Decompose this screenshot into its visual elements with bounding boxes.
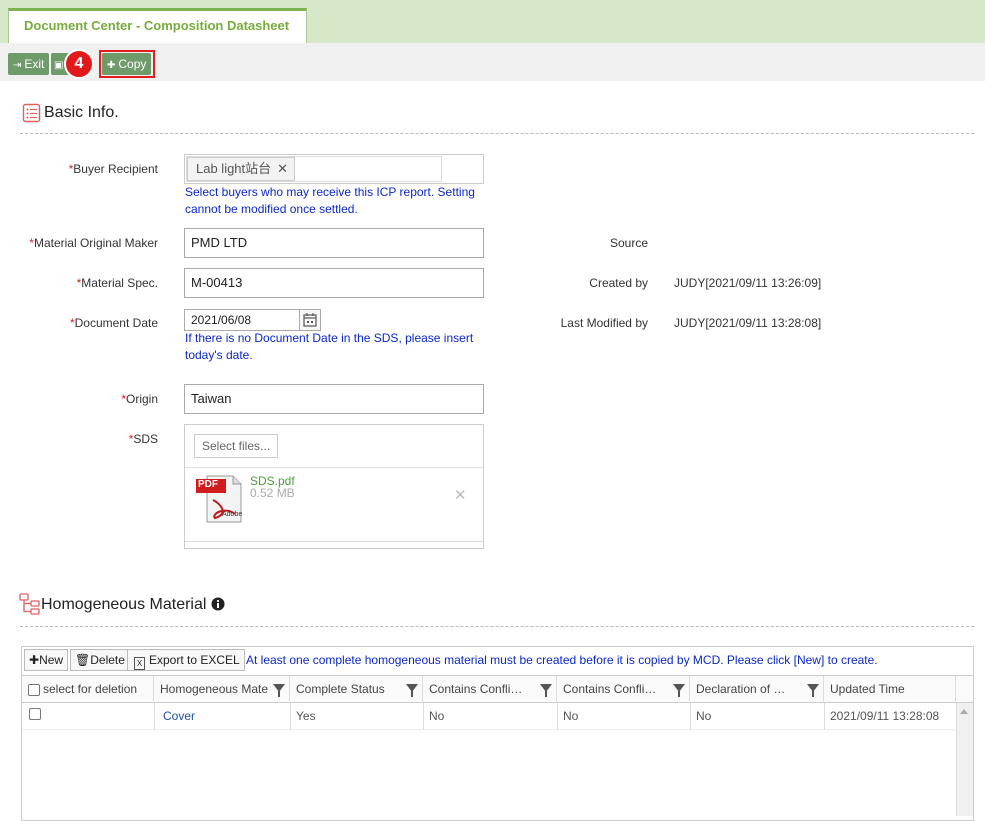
col-divider <box>290 703 291 730</box>
tab-composition-datasheet[interactable]: Document Center - Composition Datasheet <box>8 8 307 44</box>
section-divider <box>20 133 974 134</box>
column-header-complete-status[interactable]: Complete Status <box>290 676 423 703</box>
step-badge: 4 <box>64 49 94 79</box>
origin-label: *Origin <box>121 392 158 406</box>
trash-icon: 🗑 <box>75 653 91 667</box>
maker-input[interactable]: PMD LTD <box>184 228 484 258</box>
calendar-button[interactable] <box>299 309 321 331</box>
remove-chip-icon[interactable]: ✕ <box>277 161 288 176</box>
exit-icon: ⇥ <box>13 60 22 71</box>
exit-button[interactable]: ⇥ Exit <box>8 53 50 75</box>
source-label: Source <box>609 236 648 250</box>
upload-divider <box>185 467 483 468</box>
scroll-up-icon[interactable] <box>960 709 968 714</box>
col-divider <box>557 703 558 730</box>
pdf-icon-label: PDF <box>198 479 218 490</box>
column-header-updated-time[interactable]: Updated Time <box>824 676 956 703</box>
homogeneous-name-link[interactable]: Cover <box>157 708 195 726</box>
maker-label: *Material Original Maker <box>29 236 158 250</box>
column-header-contains-conflict-1[interactable]: Contains Confli… <box>423 676 557 703</box>
col-divider <box>690 703 691 730</box>
document-date-label: *Document Date <box>69 316 158 330</box>
info-icon[interactable] <box>211 597 225 611</box>
column-header-select[interactable]: select for deletion <box>22 676 154 703</box>
list-icon <box>22 103 41 123</box>
select-files-button[interactable]: Select files... <box>194 434 279 458</box>
tree-icon <box>19 593 40 615</box>
row-select-checkbox[interactable] <box>29 708 41 720</box>
filter-icon[interactable] <box>273 684 285 697</box>
buyer-hint-line2: cannot be modified once settled. <box>185 202 358 216</box>
cell-contains-conflict-2: No <box>563 709 579 723</box>
filter-icon[interactable] <box>406 684 418 697</box>
cell-complete-status: Yes <box>296 709 316 723</box>
last-modified-label: Last Modified by <box>560 316 648 330</box>
document-date-input[interactable]: 2021/06/08 <box>184 309 300 331</box>
homogeneous-title: Homogeneous Material <box>41 596 207 613</box>
section-divider-2 <box>20 626 974 627</box>
buyer-recipient-label: *Buyer Recipient <box>68 162 158 176</box>
cell-declaration: No <box>696 709 712 723</box>
plus-icon: ✚ <box>107 60 116 71</box>
copy-button[interactable]: ✚ Copy <box>102 53 152 75</box>
upload-divider-bottom <box>185 541 483 542</box>
date-hint-line1: If there is no Document Date in the SDS,… <box>185 331 474 345</box>
cell-contains-conflict-1: No <box>429 709 445 723</box>
file-size: 0.52 MB <box>250 486 295 500</box>
column-header-declaration[interactable]: Declaration of … <box>690 676 824 703</box>
plus-icon: ✚ <box>29 653 40 667</box>
date-hint-line2: today's date. <box>185 348 253 362</box>
buyer-chip: Lab light站台 ✕ <box>187 157 296 181</box>
grid-notice: At least one complete homogeneous materi… <box>246 653 878 667</box>
filter-icon[interactable] <box>540 684 552 697</box>
calendar-icon <box>303 313 317 327</box>
spec-label: *Material Spec. <box>76 276 158 290</box>
select-all-checkbox[interactable] <box>28 683 40 696</box>
new-button[interactable]: ✚New <box>24 649 69 671</box>
buyer-hint-line1: Select buyers who may receive this ICP r… <box>185 185 475 199</box>
column-header-contains-conflict-2[interactable]: Contains Confli… <box>557 676 690 703</box>
remove-file-icon[interactable]: ✕ <box>454 486 467 504</box>
spec-input[interactable]: M-00413 <box>184 268 484 298</box>
created-by-value: JUDY[2021/09/11 13:26:09] <box>674 276 822 290</box>
excel-icon: X <box>134 657 145 670</box>
cell-updated-time: 2021/09/11 13:28:08 <box>830 709 940 723</box>
col-divider <box>154 703 155 730</box>
col-divider <box>423 703 424 730</box>
save-icon: ▣ <box>54 60 64 71</box>
grid-scrollbar[interactable] <box>956 703 973 816</box>
basic-info-title: Basic Info. <box>44 104 119 121</box>
pdf-brand-label: Adobe <box>222 511 243 518</box>
last-modified-value: JUDY[2021/09/11 13:28:08] <box>674 316 822 330</box>
col-divider <box>824 703 825 730</box>
filter-icon[interactable] <box>673 684 685 697</box>
column-header-homogeneous[interactable]: Homogeneous Mate <box>154 676 290 703</box>
homogeneous-grid <box>21 646 974 821</box>
delete-button[interactable]: 🗑Delete <box>70 649 130 671</box>
origin-input[interactable]: Taiwan <box>184 384 484 414</box>
filter-icon[interactable] <box>807 684 819 697</box>
export-excel-button[interactable]: X Export to EXCEL <box>127 649 245 671</box>
sds-label: *SDS <box>128 432 158 446</box>
created-by-label: Created by <box>589 276 648 290</box>
